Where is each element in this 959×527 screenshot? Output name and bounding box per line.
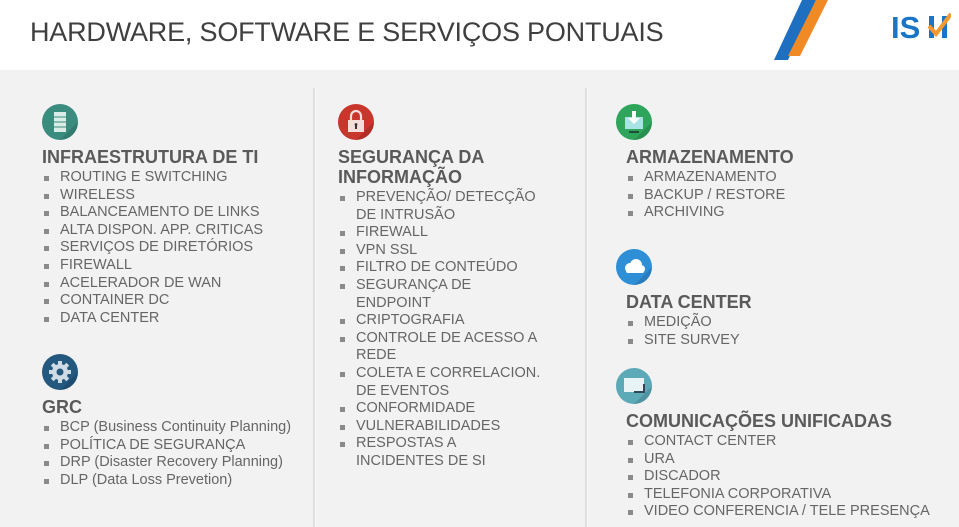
section-title: DATA CENTER (626, 292, 752, 312)
section-grc: GRC BCP (Business Continuity Planning) P… (42, 354, 291, 489)
list-item: WIRELESS (42, 187, 263, 205)
list-item: DISCADOR (626, 468, 930, 486)
list-item: RESPOSTAS A INCIDENTES DE SI (338, 435, 506, 470)
security-list: PREVENÇÃO/ DETECÇÃO DE INTRUSÃO FIREWALL… (338, 189, 548, 471)
section-title: SEGURANÇA DA INFORMAÇÃO (338, 147, 548, 187)
list-item: CONTAINER DC (42, 292, 263, 310)
section-uc: COMUNICAÇÕES UNIFICADAS CONTACT CENTER U… (616, 368, 930, 521)
section-security: SEGURANÇA DA INFORMAÇÃO PREVENÇÃO/ DETEC… (338, 104, 548, 471)
list-item: FILTRO DE CONTEÚDO (338, 259, 548, 277)
list-item: DATA CENTER (42, 310, 263, 328)
section-title-line1: SEGURANÇA DA (338, 147, 485, 167)
ish-logo: IS (891, 10, 951, 42)
list-item: DRP (Disaster Recovery Planning) (42, 454, 291, 472)
list-item: PREVENÇÃO/ DETECÇÃO DE INTRUSÃO (338, 189, 548, 224)
decorative-stripes (774, 0, 828, 60)
list-item: VULNERABILIDADES (338, 418, 548, 436)
list-item: VIDEO CONFERENCIA / TELE PRESENÇA (626, 503, 930, 521)
list-item: ALTA DISPON. APP. CRITICAS (42, 222, 263, 240)
list-item: FIREWALL (338, 224, 548, 242)
page-title: HARDWARE, SOFTWARE E SERVIÇOS PONTUAIS (30, 17, 664, 47)
chat-bubble-icon (616, 368, 652, 404)
list-item: SEGURANÇA DE ENDPOINT (338, 277, 476, 312)
section-title: COMUNICAÇÕES UNIFICADAS (626, 411, 893, 431)
list-item: SITE SURVEY (626, 332, 752, 350)
uc-list: CONTACT CENTER URA DISCADOR TELEFONIA CO… (626, 433, 930, 521)
gear-icon (42, 354, 78, 390)
list-item: URA (626, 451, 930, 469)
list-item: SERVIÇOS DE DIRETÓRIOS (42, 239, 263, 257)
list-item: ARCHIVING (626, 204, 794, 222)
list-item: CONTROLE DE ACESSO A REDE (338, 330, 548, 365)
list-item: ARMAZENAMENTO (626, 169, 794, 187)
section-title: INFRAESTRUTURA DE TI (42, 147, 259, 167)
cloud-icon (616, 249, 652, 285)
list-item: ACELERADOR DE WAN (42, 275, 263, 293)
section-storage: ARMAZENAMENTO ARMAZENAMENTO BACKUP / RES… (616, 104, 794, 222)
datacenter-list: MEDIÇÃO SITE SURVEY (626, 314, 752, 349)
list-item: ROUTING E SWITCHING (42, 169, 263, 187)
list-item: CRIPTOGRAFIA (338, 312, 548, 330)
section-datacenter: DATA CENTER MEDIÇÃO SITE SURVEY (616, 249, 752, 349)
storage-list: ARMAZENAMENTO BACKUP / RESTORE ARCHIVING (626, 169, 794, 222)
svg-text:IS: IS (891, 10, 920, 42)
section-title: ARMAZENAMENTO (626, 147, 794, 167)
download-monitor-icon (616, 104, 652, 140)
grc-list: BCP (Business Continuity Planning) POLÍT… (42, 419, 291, 489)
list-item: DLP (Data Loss Prevetion) (42, 472, 291, 490)
list-item: TELEFONIA CORPORATIVA (626, 486, 930, 504)
list-item: POLÍTICA DE SEGURANÇA (42, 437, 291, 455)
section-title: GRC (42, 397, 82, 417)
column-divider (313, 88, 316, 527)
list-item: FIREWALL (42, 257, 263, 275)
section-infra: INFRAESTRUTURA DE TI ROUTING E SWITCHING… (42, 104, 263, 327)
list-item: BALANCEAMENTO DE LINKS (42, 204, 263, 222)
list-item: CONFORMIDADE (338, 400, 548, 418)
infra-list: ROUTING E SWITCHING WIRELESS BALANCEAMEN… (42, 169, 263, 327)
list-item: MEDIÇÃO (626, 314, 752, 332)
section-title-line2: INFORMAÇÃO (338, 167, 462, 187)
list-item: CONTACT CENTER (626, 433, 930, 451)
column-divider (585, 88, 588, 527)
list-item: VPN SSL (338, 242, 548, 260)
lock-icon (338, 104, 374, 140)
list-item: BACKUP / RESTORE (626, 187, 794, 205)
server-icon (42, 104, 78, 140)
list-item: BCP (Business Continuity Planning) (42, 419, 291, 437)
header: HARDWARE, SOFTWARE E SERVIÇOS PONTUAIS I… (0, 0, 959, 70)
list-item: COLETA E CORRELACION. DE EVENTOS (338, 365, 556, 400)
